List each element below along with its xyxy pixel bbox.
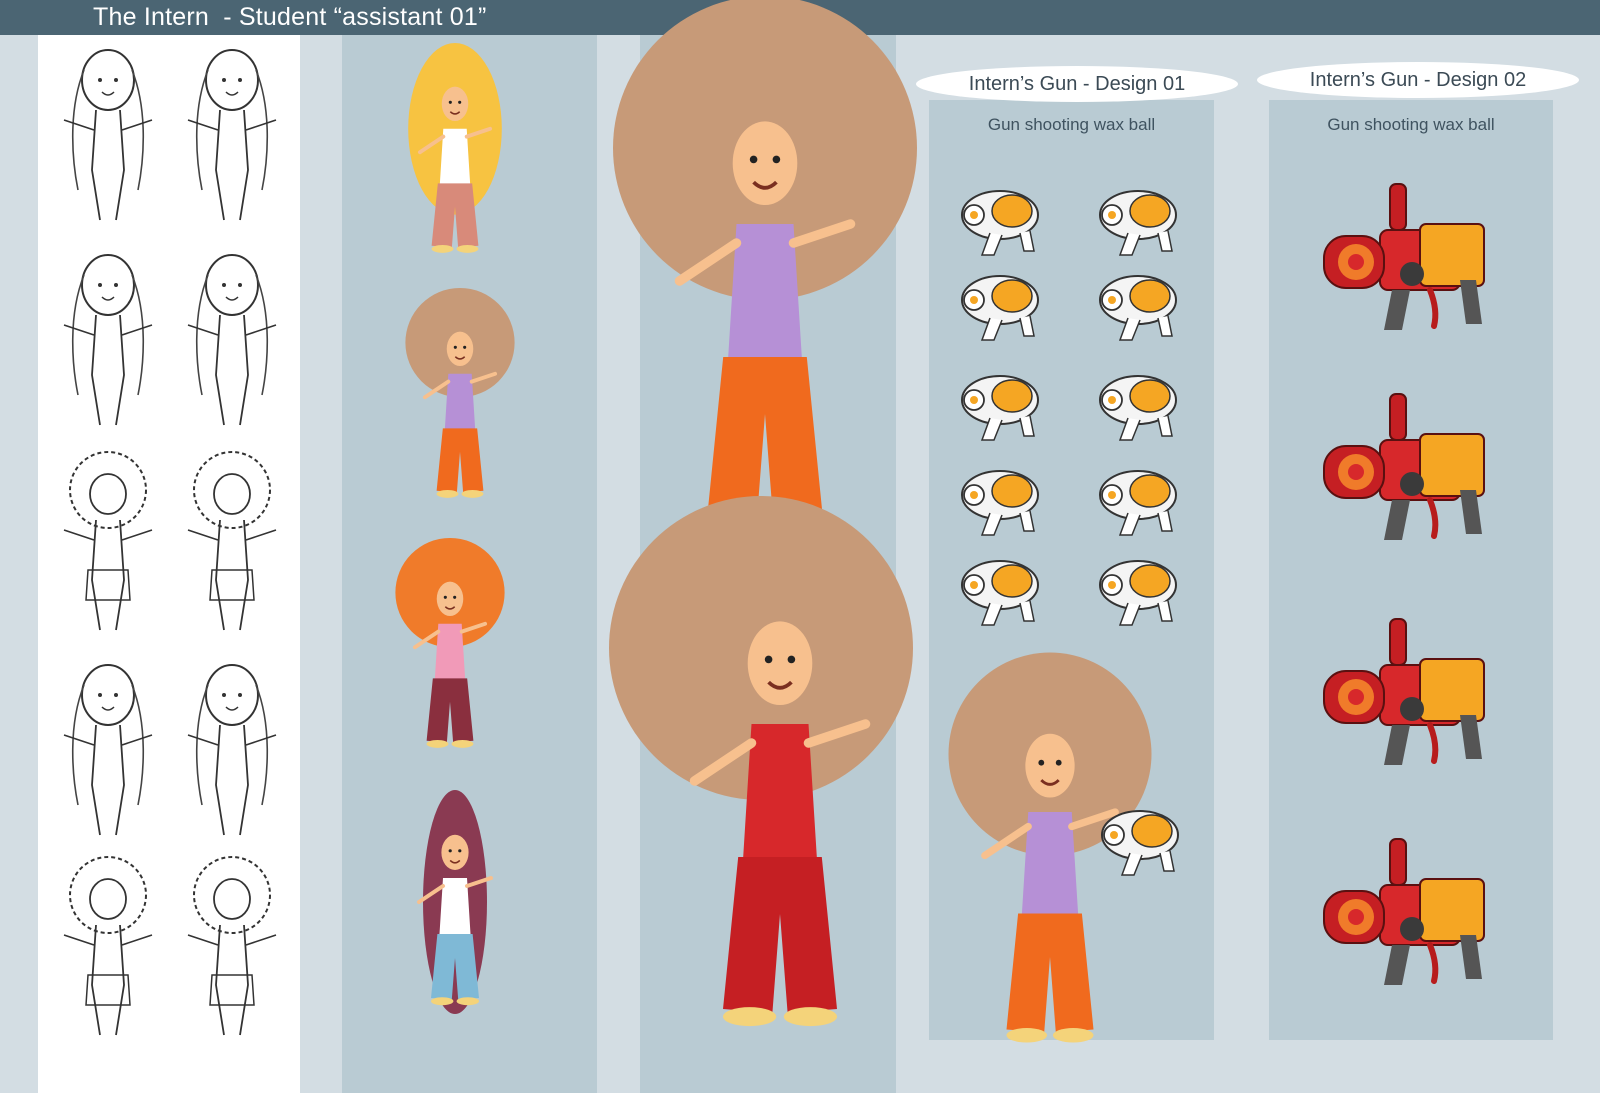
gun-design-01-sketches (948, 190, 1179, 1043)
artwork-layer (63, 0, 1600, 1093)
color-variants (395, 43, 515, 1014)
gun-design-02-renders (1324, 184, 1484, 985)
character-sketches (63, 49, 277, 1036)
final-characters (609, 0, 917, 1026)
